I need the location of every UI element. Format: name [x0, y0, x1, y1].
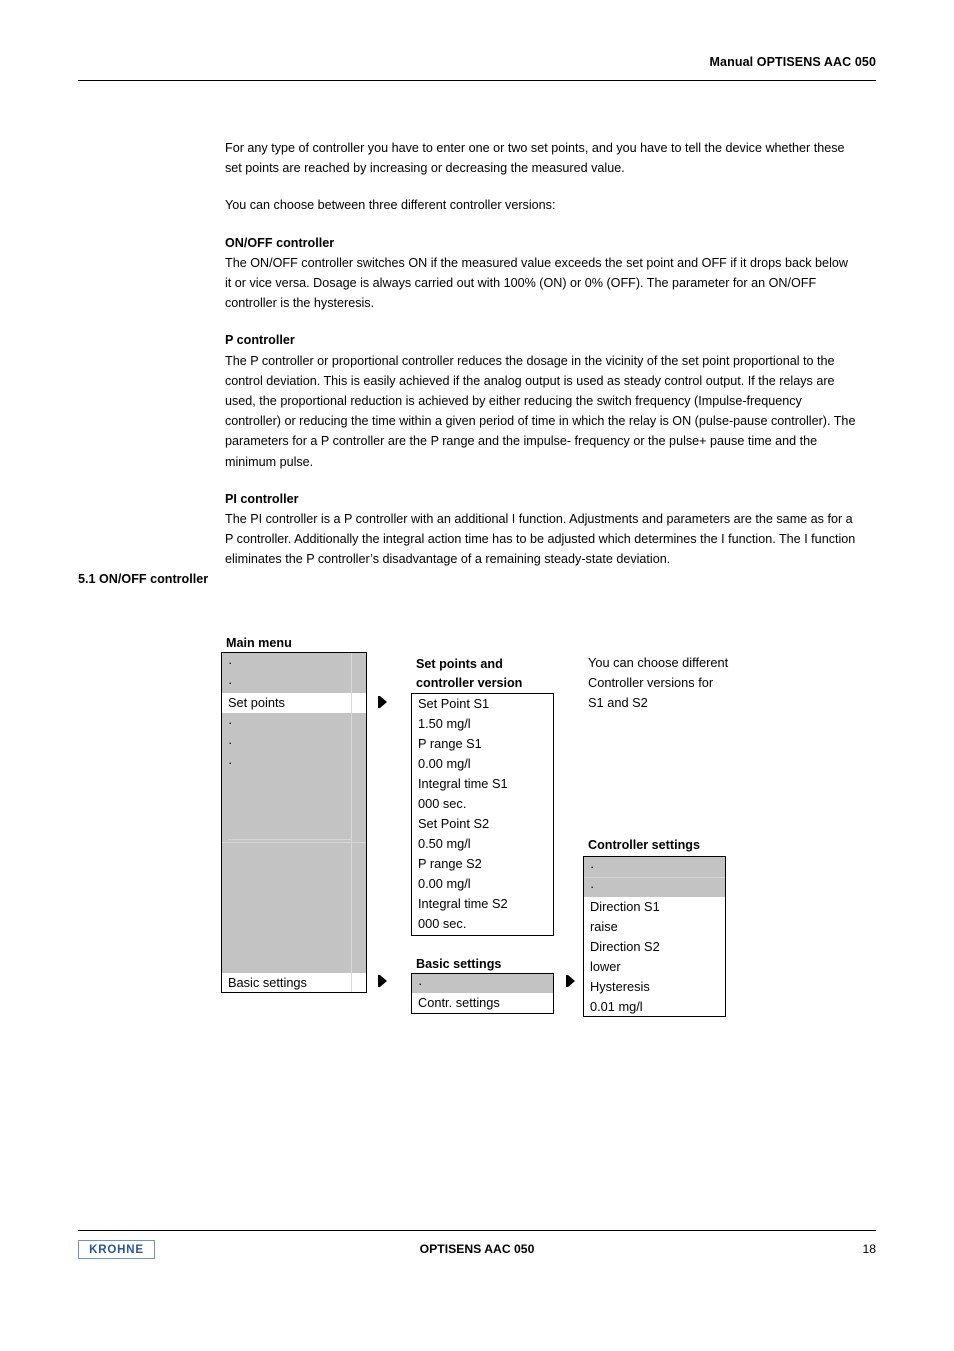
- main-menu-row[interactable]: [222, 953, 366, 973]
- controller-settings-screen[interactable]: Direction S1raiseDirection S2lowerHyster…: [583, 856, 726, 1017]
- controller-settings-row[interactable]: raise: [584, 917, 725, 937]
- scan-artifact-line: [584, 877, 725, 878]
- main-menu-row[interactable]: [222, 853, 366, 873]
- set-points-row[interactable]: Set Point S1: [412, 694, 553, 714]
- scan-artifact-line: [222, 842, 366, 843]
- main-menu-label: Main menu: [226, 636, 292, 650]
- set-points-row[interactable]: Set Point S2: [412, 814, 553, 834]
- set-points-row[interactable]: P range S1: [412, 734, 553, 754]
- main-menu-row[interactable]: [222, 893, 366, 913]
- basic-settings-row[interactable]: Contr. settings: [412, 993, 553, 1012]
- set-points-row[interactable]: Integral time S2: [412, 894, 553, 914]
- basic-settings-rows: Contr. settings: [412, 974, 553, 1012]
- controller-settings-row[interactable]: 0.01 mg/l: [584, 997, 725, 1016]
- set-points-row[interactable]: 0.50 mg/l: [412, 834, 553, 854]
- main-menu-row[interactable]: [222, 913, 366, 933]
- controller-settings-row[interactable]: [584, 877, 725, 897]
- page-footer: KROHNE OPTISENS AAC 050 18: [78, 1236, 876, 1266]
- main-menu-row[interactable]: [222, 653, 366, 673]
- basic-settings-label: Basic settings: [416, 957, 502, 971]
- main-menu-row[interactable]: [222, 873, 366, 893]
- main-menu-row[interactable]: Basic settings: [222, 973, 366, 992]
- footer-divider: [78, 1230, 876, 1231]
- set-points-row[interactable]: 0.00 mg/l: [412, 754, 553, 774]
- controller-settings-row[interactable]: Direction S2: [584, 937, 725, 957]
- set-points-label-line2: controller version: [416, 676, 523, 690]
- scan-artifact-vertical: [351, 653, 352, 992]
- set-points-row[interactable]: Integral time S1: [412, 774, 553, 794]
- set-points-row[interactable]: 0.00 mg/l: [412, 874, 553, 894]
- note-line-2: Controller versions for: [588, 675, 714, 690]
- set-points-row[interactable]: 000 sec.: [412, 794, 553, 814]
- main-menu-row[interactable]: [222, 713, 366, 733]
- set-points-row[interactable]: 1.50 mg/l: [412, 714, 553, 734]
- controller-settings-rows: Direction S1raiseDirection S2lowerHyster…: [584, 857, 725, 1016]
- basic-settings-row[interactable]: [412, 974, 553, 993]
- main-menu-row[interactable]: [222, 753, 366, 773]
- footer-product-name: OPTISENS AAC 050: [419, 1242, 535, 1256]
- controller-settings-row[interactable]: Direction S1: [584, 897, 725, 917]
- set-points-rows: Set Point S1 1.50 mg/l P range S1 0.00 mg/l…: [412, 694, 553, 934]
- controller-settings-row[interactable]: Hysteresis: [584, 977, 725, 997]
- controller-settings-row[interactable]: [584, 857, 725, 877]
- main-menu-row[interactable]: [222, 773, 366, 793]
- arrow-basic-settings-icon: [378, 974, 390, 988]
- set-points-row[interactable]: P range S2: [412, 854, 553, 874]
- controller-settings-label: Controller settings: [588, 838, 700, 852]
- note-line-3: S1 and S2: [588, 695, 648, 710]
- basic-settings-screen[interactable]: Contr. settings: [411, 973, 554, 1014]
- arrow-contr-settings-icon: [566, 974, 578, 988]
- footer-page-number: 18: [862, 1242, 876, 1256]
- main-menu-row[interactable]: [222, 793, 366, 813]
- scan-artifact-line: [228, 839, 352, 840]
- main-menu-rows: Set points Basic settings: [222, 653, 366, 992]
- document-page: Manual OPTISENS AAC 050 For any type of …: [0, 0, 954, 1351]
- menu-navigation-diagram: Main menu Set points Basic settings Set p…: [0, 0, 954, 1351]
- controller-settings-row[interactable]: lower: [584, 957, 725, 977]
- main-menu-row[interactable]: [222, 933, 366, 953]
- main-menu-row[interactable]: [222, 733, 366, 753]
- main-menu-row[interactable]: [222, 833, 366, 853]
- arrow-setpoints-icon: [378, 695, 390, 709]
- set-points-screen[interactable]: Set Point S1 1.50 mg/l P range S1 0.00 mg/l…: [411, 693, 554, 936]
- main-menu-row[interactable]: Set points: [222, 693, 366, 713]
- set-points-label-line1: Set points and: [416, 657, 503, 671]
- main-menu-row[interactable]: [222, 813, 366, 833]
- note-line-1: You can choose different: [588, 655, 729, 670]
- main-menu-screen[interactable]: Set points Basic settings: [221, 652, 367, 993]
- set-points-row[interactable]: 000 sec.: [412, 914, 553, 934]
- main-menu-row[interactable]: [222, 673, 366, 693]
